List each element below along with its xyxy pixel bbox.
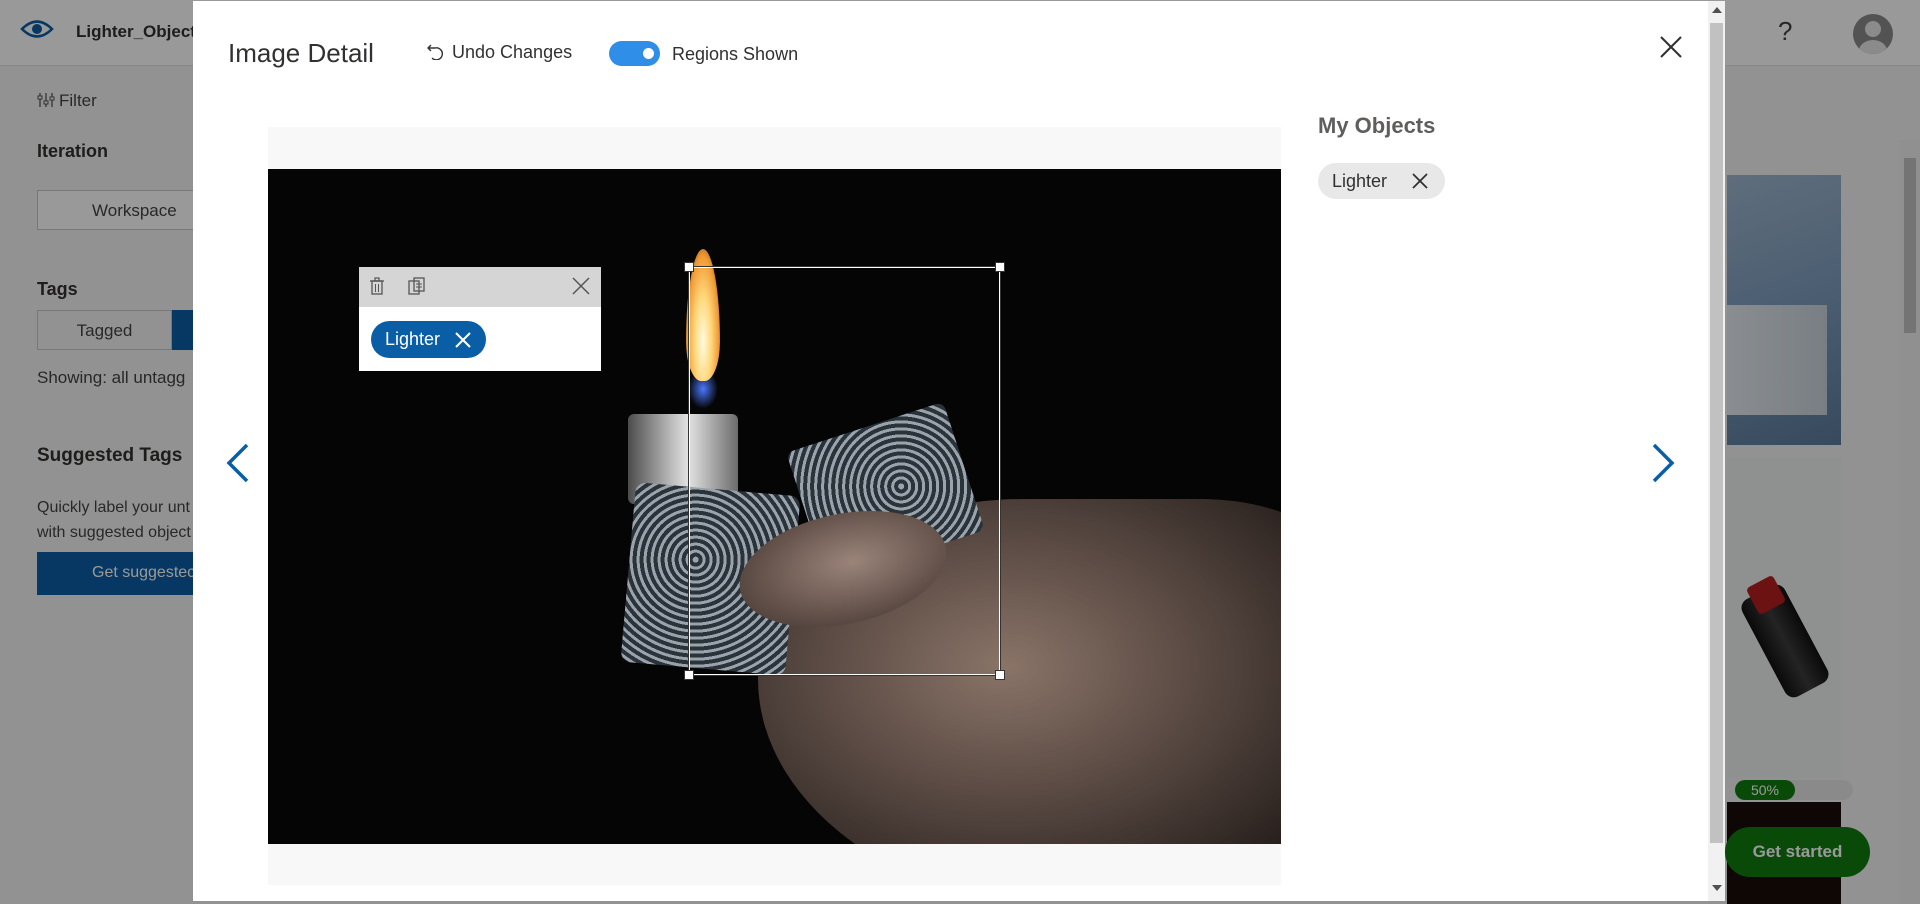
dialog-title: Image Detail <box>228 38 374 68</box>
undo-icon <box>427 44 443 60</box>
resize-handle-bottom-left[interactable] <box>684 670 694 680</box>
image-detail-dialog: Image Detail Undo Changes Regions Shown <box>193 1 1725 901</box>
scroll-up-icon[interactable] <box>1712 7 1722 13</box>
resize-handle-top-right[interactable] <box>995 262 1005 272</box>
chevron-left-icon[interactable] <box>223 441 253 485</box>
object-tag-chip[interactable]: Lighter <box>1318 163 1446 199</box>
resize-handle-bottom-right[interactable] <box>995 670 1005 680</box>
region-tag-popup: Lighter <box>359 267 601 371</box>
chevron-right-icon[interactable] <box>1648 441 1678 485</box>
regions-toggle[interactable] <box>609 41 660 66</box>
region-box[interactable] <box>684 262 1005 680</box>
scroll-down-icon[interactable] <box>1712 885 1722 891</box>
object-tag-label: Lighter <box>1332 171 1388 191</box>
undo-changes-button[interactable]: Undo Changes <box>426 42 572 63</box>
dialog-scrollbar[interactable] <box>1708 1 1725 901</box>
copy-region-icon[interactable] <box>407 276 427 296</box>
regions-label: Regions Shown <box>672 44 799 64</box>
trash-icon[interactable] <box>367 276 387 296</box>
remove-object-icon[interactable] <box>1411 172 1429 190</box>
resize-handle-top-left[interactable] <box>684 262 694 272</box>
region-tag-label: Lighter <box>385 329 441 349</box>
close-popup-icon[interactable] <box>571 276 591 296</box>
close-icon[interactable] <box>1658 34 1684 60</box>
dialog-scrollbar-thumb[interactable] <box>1710 23 1723 843</box>
my-objects-heading: My Objects <box>1318 113 1436 138</box>
popup-toolbar <box>359 267 601 307</box>
remove-tag-icon[interactable] <box>454 331 472 349</box>
region-tag-chip[interactable]: Lighter <box>371 321 487 358</box>
undo-label: Undo Changes <box>452 42 573 62</box>
